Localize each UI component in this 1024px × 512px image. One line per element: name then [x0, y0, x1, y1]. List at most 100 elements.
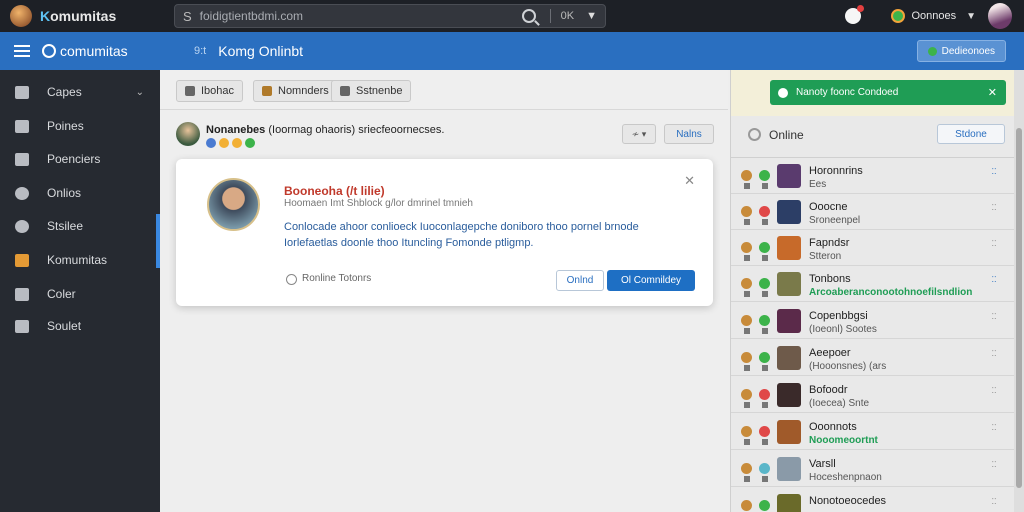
online-header: Online Stdone — [731, 116, 1015, 158]
members-panel: Nanoty foonc Condoed ✕ Online Stdone Hor… — [730, 70, 1015, 512]
brand-logo-icon — [10, 5, 32, 27]
member-menu-icon[interactable]: ⁚⁚ — [989, 168, 999, 182]
presence-icon — [759, 389, 770, 400]
reaction-icon[interactable] — [206, 138, 216, 148]
badge-icon — [762, 219, 768, 225]
author-name[interactable]: Nonanebes — [206, 124, 265, 136]
member-row[interactable]: Aeepoer (Hooonsnes) (ars ⁚⁚ — [731, 340, 1015, 376]
reaction-icon[interactable] — [219, 138, 229, 148]
avatar[interactable] — [988, 3, 1012, 29]
avatar[interactable] — [777, 309, 801, 333]
member-row[interactable]: Tonbons Arcoaberanconootohnoefilsndlion ⁚⁚ — [731, 266, 1015, 302]
member-menu-icon[interactable]: ⁚⁚ — [989, 313, 999, 327]
top-right-controls: Oonnoes ▼ — [845, 3, 1024, 29]
tab-ibohac[interactable]: Ibohac — [176, 80, 244, 102]
check-icon — [778, 87, 788, 98]
user-menu-chevron-icon[interactable]: ▼ — [966, 11, 976, 22]
member-name[interactable]: Fapndsr — [809, 237, 849, 249]
member-row[interactable]: Ooonnots Nooomeoortnt ⁚⁚ — [731, 414, 1015, 450]
member-name[interactable]: Ooonnots — [809, 421, 857, 433]
sidebar-item-poenciers[interactable]: Poenciers — [0, 148, 160, 170]
avatar[interactable] — [777, 457, 801, 481]
member-name[interactable]: Varsll — [809, 458, 836, 470]
member-menu-icon[interactable]: ⁚⁚ — [989, 424, 999, 438]
hamburger-menu-icon[interactable] — [14, 45, 30, 57]
member-menu-icon[interactable]: ⁚⁚ — [989, 461, 999, 475]
sidebar-item-poines[interactable]: Poines — [0, 115, 160, 137]
post-options-button[interactable]: ≁ ▾ — [622, 124, 656, 144]
online-label: Online — [769, 128, 804, 142]
member-menu-icon[interactable]: ⁚⁚ — [989, 350, 999, 364]
member-row[interactable]: Fapndsr Stteron ⁚⁚ — [731, 230, 1015, 266]
avatar[interactable] — [176, 122, 200, 146]
member-name[interactable]: Bofoodr — [809, 384, 848, 396]
member-row[interactable]: Horonnrins Ees ⁚⁚ — [731, 158, 1015, 194]
avatar[interactable] — [777, 236, 801, 260]
chevron-down-icon[interactable]: ⌄ — [136, 87, 144, 98]
sidebar-item-stsilee[interactable]: Stsilee — [0, 215, 160, 237]
member-status: Sroneenpel — [809, 215, 861, 226]
tab-label: Nomnders — [278, 85, 329, 97]
member-name[interactable]: Aeepoer — [809, 347, 851, 359]
post-header: Nonanebes (Ioormag ohaoris) sriecfeoorne… — [174, 120, 714, 156]
reaction-icon[interactable] — [232, 138, 242, 148]
avatar[interactable] — [777, 494, 801, 512]
member-name[interactable]: Tonbons — [809, 273, 851, 285]
avatar[interactable] — [777, 200, 801, 224]
tab-sstnenbe[interactable]: Sstnenbe — [331, 80, 412, 102]
member-row[interactable]: Copenbbgsi (Ioeonl) Sootes ⁚⁚ — [731, 303, 1015, 339]
member-name[interactable]: Ooocne — [809, 201, 848, 213]
badge-icon — [762, 439, 768, 445]
avatar[interactable] — [777, 164, 801, 188]
globe-icon — [15, 186, 29, 200]
member-menu-icon[interactable]: ⁚⁚ — [989, 240, 999, 254]
search-bar[interactable]: S foidigtientbdmi.com 0K ▼ — [174, 4, 606, 28]
member-menu-icon[interactable]: ⁚⁚ — [989, 204, 999, 218]
search-icon[interactable] — [521, 9, 536, 23]
primary-button[interactable]: Ol Comnildey — [607, 270, 695, 291]
header-action-button[interactable]: Dedieonoes — [916, 40, 1006, 62]
user-name[interactable]: Oonnoes — [911, 10, 956, 22]
notification-bell-icon[interactable] — [845, 5, 865, 24]
avatar[interactable] — [777, 420, 801, 444]
search-input[interactable]: foidigtientbdmi.com — [200, 9, 522, 23]
brand-initial: K — [40, 8, 51, 24]
member-name[interactable]: Horonnrins — [809, 165, 863, 177]
sidebar-item-capes[interactable]: Capes ⌄ — [0, 81, 160, 103]
secondary-button[interactable]: Onlnd — [556, 270, 604, 291]
sidebar-item-soulet[interactable]: Soulet — [0, 315, 160, 337]
member-menu-icon[interactable]: ⁚⁚ — [989, 276, 999, 290]
chevron-down-icon[interactable]: ▼ — [586, 10, 597, 22]
member-row[interactable]: Bofoodr (Ioecea) Snte ⁚⁚ — [731, 377, 1015, 413]
sidebar-item-coler[interactable]: Coler — [0, 283, 160, 305]
search-mode[interactable]: 0K — [561, 10, 574, 22]
avatar[interactable] — [777, 383, 801, 407]
avatar[interactable] — [777, 272, 801, 296]
tab-nomnders[interactable]: Nomnders — [253, 80, 338, 102]
member-menu-icon[interactable]: ⁚⁚ — [989, 498, 999, 512]
scrollbar-thumb[interactable] — [1016, 128, 1022, 488]
member-menu-icon[interactable]: ⁚⁚ — [989, 387, 999, 401]
badge-icon — [744, 255, 750, 261]
member-row[interactable]: Nonotoeocedes ⁚⁚ — [731, 488, 1015, 512]
sidebar-item-onlios[interactable]: Onlios — [0, 182, 160, 204]
sidebar-item-komumitas[interactable]: Komumitas — [0, 249, 160, 271]
close-icon[interactable]: ✕ — [684, 173, 695, 189]
brand[interactable]: Komumitas — [0, 5, 174, 27]
reaction-icon[interactable] — [245, 138, 255, 148]
member-row[interactable]: Varsll Hoceshenpnaon ⁚⁚ — [731, 451, 1015, 487]
info-icon — [286, 274, 297, 285]
community-name[interactable]: comumitas — [60, 43, 194, 59]
post-link-button[interactable]: Nalns — [664, 124, 714, 144]
close-icon[interactable]: ✕ — [988, 86, 997, 99]
role-icon — [741, 426, 752, 437]
online-filter-button[interactable]: Stdone — [937, 124, 1005, 144]
member-name[interactable]: Nonotoeocedes — [809, 495, 886, 507]
member-row[interactable]: Ooocne Sroneenpel ⁚⁚ — [731, 194, 1015, 230]
member-name[interactable]: Copenbbgsi — [809, 310, 868, 322]
channel-prefix: 9:t — [194, 45, 207, 57]
notice-banner[interactable]: Nanoty foonc Condoed ✕ — [770, 80, 1006, 105]
avatar[interactable] — [777, 346, 801, 370]
role-icon — [741, 352, 752, 363]
scrollbar[interactable] — [1014, 70, 1024, 512]
